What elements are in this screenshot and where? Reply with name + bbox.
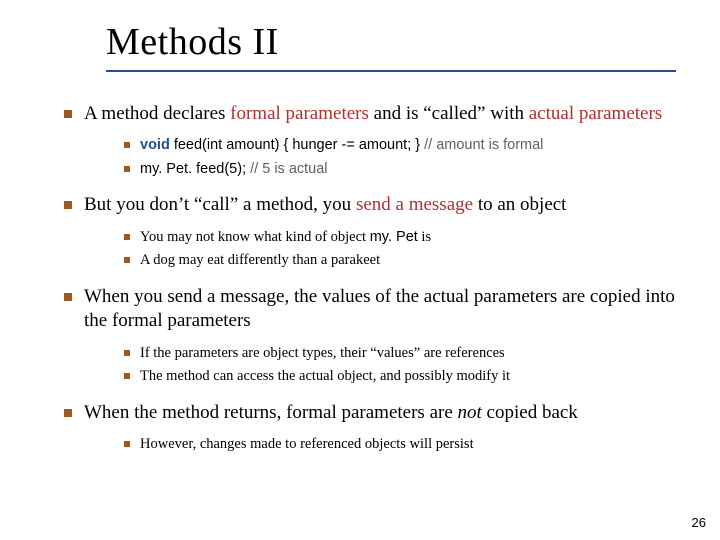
sub-dog-parakeet: A dog may eat differently than a parakee… bbox=[124, 251, 684, 271]
sub-modify: The method can access the actual object,… bbox=[124, 367, 684, 387]
text: But you don’t “call” a method, you bbox=[84, 194, 356, 215]
term-actual: actual parameters bbox=[529, 103, 662, 124]
sublist: If the parameters are object types, thei… bbox=[84, 344, 684, 387]
bullet-send-message: But you don’t “call” a method, you send … bbox=[64, 193, 684, 270]
sub-unknown-object: You may not know what kind of object my.… bbox=[124, 228, 684, 248]
slide: Methods II A method declares formal para… bbox=[0, 0, 720, 540]
title-underline: Methods II bbox=[106, 20, 676, 72]
code-line-1: void feed(int amount) { hunger -= amount… bbox=[124, 136, 684, 156]
text: When you send a message, the values of t… bbox=[84, 286, 675, 331]
code: feed(int amount) { hunger -= amount; } bbox=[170, 137, 424, 153]
slide-title: Methods II bbox=[106, 20, 676, 64]
comment: // amount is formal bbox=[424, 137, 543, 153]
sub-persist: However, changes made to referenced obje… bbox=[124, 435, 684, 455]
text: and is “called” with bbox=[369, 103, 529, 124]
bullet-list-level1: A method declares formal parameters and … bbox=[36, 102, 684, 455]
slide-body: A method declares formal parameters and … bbox=[36, 102, 684, 455]
text: is bbox=[418, 229, 431, 245]
emph-not: not bbox=[458, 402, 482, 423]
sublist: You may not know what kind of object my.… bbox=[84, 228, 684, 271]
sublist: However, changes made to referenced obje… bbox=[84, 435, 684, 455]
keyword-void: void bbox=[140, 137, 170, 153]
text: to an object bbox=[473, 194, 566, 215]
text: copied back bbox=[482, 402, 578, 423]
sublist: void feed(int amount) { hunger -= amount… bbox=[84, 136, 684, 179]
code: my. Pet. feed(5); bbox=[140, 161, 250, 177]
page-number: 26 bbox=[692, 515, 706, 530]
code-line-2: my. Pet. feed(5); // 5 is actual bbox=[124, 160, 684, 180]
text: When the method returns, formal paramete… bbox=[84, 402, 458, 423]
term-formal: formal parameters bbox=[230, 103, 369, 124]
term-send-message: send a message bbox=[356, 194, 473, 215]
bullet-declares: A method declares formal parameters and … bbox=[64, 102, 684, 179]
sub-refs: If the parameters are object types, thei… bbox=[124, 344, 684, 364]
bullet-not-copied-back: When the method returns, formal paramete… bbox=[64, 401, 684, 455]
text: You may not know what kind of object bbox=[140, 229, 370, 245]
text: A method declares bbox=[84, 103, 230, 124]
bullet-copied-into: When you send a message, the values of t… bbox=[64, 285, 684, 387]
code-mypet: my. Pet bbox=[370, 229, 418, 245]
comment: // 5 is actual bbox=[250, 161, 327, 177]
